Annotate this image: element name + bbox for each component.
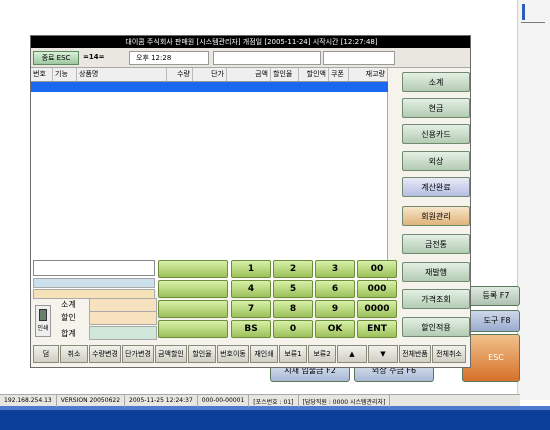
- move-number-button[interactable]: 번호이동: [217, 345, 249, 363]
- pos-sales-window: 대이콤 주식회사 판매원 [시스템관리자] 개점일 [2005-11-24] 시…: [30, 35, 471, 368]
- col-number: 번호: [31, 68, 53, 81]
- key-00[interactable]: 00: [357, 260, 397, 278]
- print-button[interactable]: 인쇄: [35, 305, 51, 337]
- key-4[interactable]: 4: [231, 280, 271, 298]
- key-6[interactable]: 6: [315, 280, 355, 298]
- price-lookup-button[interactable]: 가격조회: [402, 289, 470, 309]
- cash-drawer-button[interactable]: 금전통: [402, 234, 470, 254]
- discount-rate-button[interactable]: 할인율: [188, 345, 216, 363]
- time-display: 오후 12:28: [129, 51, 209, 65]
- col-coupon: 쿠폰: [329, 68, 349, 81]
- change-qty-button[interactable]: 수량변경: [89, 345, 121, 363]
- blank-key[interactable]: [158, 260, 228, 278]
- staff-label: [담당직원 : 0000 시스템관리자]: [299, 395, 391, 407]
- key-5[interactable]: 5: [273, 280, 313, 298]
- function-bar: 덤 취소 수량변경 단가변경 금액할인 할인율 번호이동 재인쇄 보류1 보류2…: [31, 345, 470, 365]
- qty-indicator: =14=: [83, 53, 105, 61]
- bonus-button[interactable]: 덤: [33, 345, 59, 363]
- reprint-button[interactable]: 재인쇄: [250, 345, 278, 363]
- col-amount: 금액: [227, 68, 271, 81]
- up-arrow-button[interactable]: ▲: [337, 345, 367, 363]
- total-value: [89, 326, 157, 340]
- key-backspace[interactable]: BS: [231, 320, 271, 338]
- receipt-number: 000-00-00001: [198, 395, 250, 407]
- discount-label: 할인: [61, 313, 76, 322]
- version-label: VERSION 20050622: [57, 395, 126, 407]
- ip-address: 192.168.254.13: [0, 395, 57, 407]
- key-000[interactable]: 000: [357, 280, 397, 298]
- return-all-button[interactable]: 전체반품: [399, 345, 431, 363]
- key-ok[interactable]: OK: [315, 320, 355, 338]
- reissue-button[interactable]: 재발행: [402, 262, 470, 282]
- change-price-button[interactable]: 단가변경: [122, 345, 154, 363]
- apply-discount-button[interactable]: 할인적용: [402, 317, 470, 337]
- col-stock: 재고량: [349, 68, 388, 81]
- info-field: [213, 51, 321, 65]
- print-label: 인쇄: [37, 325, 49, 332]
- key-7[interactable]: 7: [231, 300, 271, 318]
- cancel-item-button[interactable]: 취소: [60, 345, 88, 363]
- key-9[interactable]: 9: [315, 300, 355, 318]
- hold2-button[interactable]: 보류2: [308, 345, 336, 363]
- subtotal-button[interactable]: 소계: [402, 72, 470, 92]
- col-function: 기능: [53, 68, 77, 81]
- key-1[interactable]: 1: [231, 260, 271, 278]
- table-header: 번호 기능 상품명 수량 단가 금액 할인율 할인액 쿠폰 재고량: [31, 68, 388, 82]
- side-panel: [517, 0, 550, 400]
- checkout-complete-button[interactable]: 계산완료: [402, 177, 470, 197]
- blank-key[interactable]: [158, 320, 228, 338]
- amount-discount-button[interactable]: 금액할인: [155, 345, 187, 363]
- summary-panel: 인쇄 소계 할인 합계: [31, 260, 157, 340]
- key-8[interactable]: 8: [273, 300, 313, 318]
- col-quantity: 수량: [167, 68, 193, 81]
- hold1-button[interactable]: 보류1: [279, 345, 307, 363]
- total-label: 합계: [61, 329, 76, 338]
- status-bar: 192.168.254.13 VERSION 20050622 2005-11-…: [0, 394, 520, 407]
- blank-key[interactable]: [158, 280, 228, 298]
- pos-number: [포스번호 : 01]: [249, 395, 299, 407]
- col-discount-amount: 할인액: [299, 68, 329, 81]
- blank-key[interactable]: [158, 300, 228, 318]
- info-field: [323, 51, 395, 65]
- info-bar: 종료 ESC =14= 오후 12:28: [31, 48, 470, 68]
- taskbar: [0, 406, 550, 430]
- key-2[interactable]: 2: [273, 260, 313, 278]
- discount-value: [89, 311, 157, 325]
- member-management-button[interactable]: 회원관리: [402, 206, 470, 226]
- table-row[interactable]: [31, 82, 388, 92]
- barcode-input[interactable]: [33, 260, 155, 276]
- key-0[interactable]: 0: [273, 320, 313, 338]
- window-title: 대이콤 주식회사 판매원 [시스템관리자] 개점일 [2005-11-24] 시…: [31, 36, 470, 48]
- product-table: 번호 기능 상품명 수량 단가 금액 할인율 할인액 쿠폰 재고량: [31, 68, 388, 290]
- subtotal-value: [89, 298, 157, 312]
- cancel-all-button[interactable]: 전체취소: [432, 345, 466, 363]
- print-icon: [39, 309, 47, 321]
- key-enter[interactable]: ENT: [357, 320, 397, 338]
- subtotal-label: 소계: [61, 300, 76, 309]
- col-unit-price: 단가: [193, 68, 227, 81]
- down-arrow-button[interactable]: ▼: [368, 345, 398, 363]
- datetime-label: 2005-11-25 12:24:37: [125, 395, 198, 407]
- credit-card-button[interactable]: 신용카드: [402, 124, 470, 144]
- exit-esc-button[interactable]: 종료 ESC: [33, 51, 79, 65]
- on-account-button[interactable]: 외상: [402, 151, 470, 171]
- col-product-name: 상품명: [77, 68, 167, 81]
- col-discount-rate: 할인율: [271, 68, 299, 81]
- cash-button[interactable]: 현금: [402, 98, 470, 118]
- key-0000[interactable]: 0000: [357, 300, 397, 318]
- key-3[interactable]: 3: [315, 260, 355, 278]
- message-bar: [33, 278, 155, 288]
